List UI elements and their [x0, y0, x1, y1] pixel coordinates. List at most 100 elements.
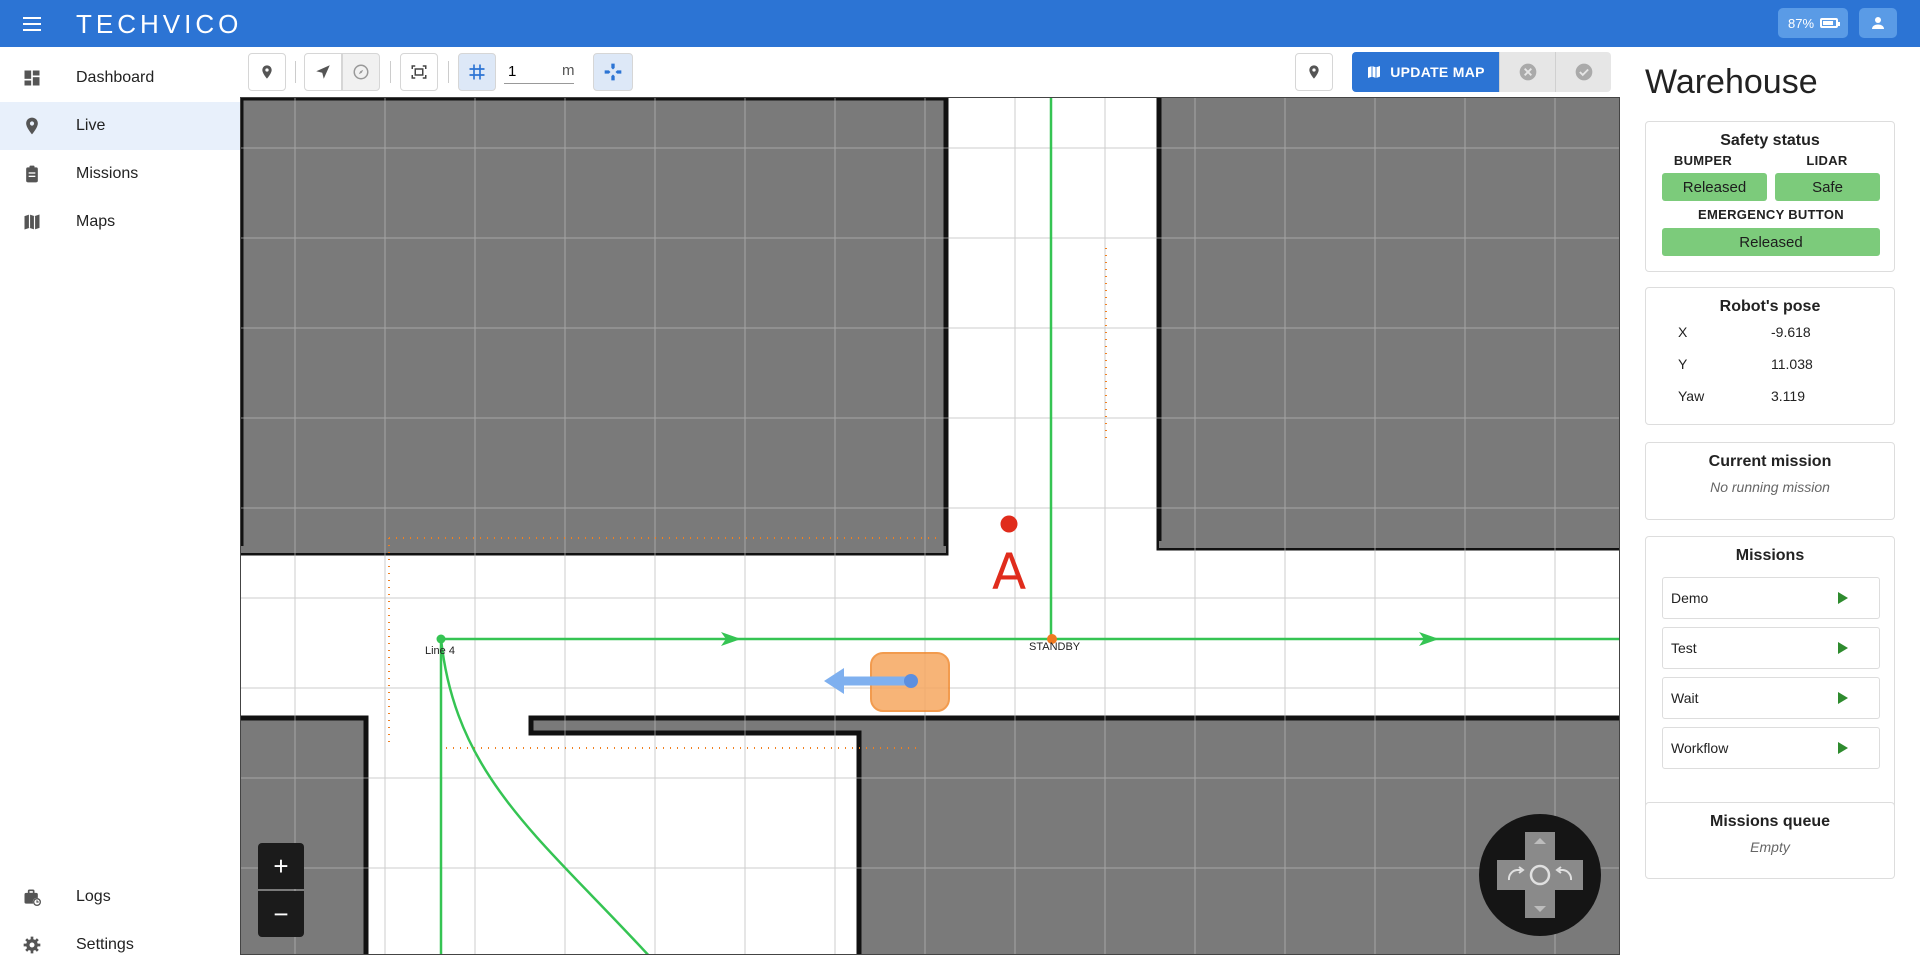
map-icon [1368, 66, 1381, 78]
toolbar-divider [448, 61, 449, 83]
sidebar-item-live[interactable]: Live [0, 102, 240, 150]
bumper-status-badge: Released [1662, 173, 1767, 201]
map-obstacles [241, 98, 1619, 954]
joystick-toggle-button[interactable] [593, 53, 633, 91]
pose-row-y: Y 11.038 [1646, 348, 1894, 380]
sidebar-item-label: Dashboard [76, 69, 155, 86]
update-map-button[interactable]: UPDATE MAP [1352, 52, 1499, 92]
pose-value: 3.119 [1771, 388, 1805, 404]
sidebar: Dashboard Live Missions Maps Logs Settin… [0, 47, 240, 955]
close-circle-icon [1519, 63, 1536, 81]
grid-toggle-button[interactable] [458, 53, 496, 91]
add-waypoint-button[interactable] [248, 53, 286, 91]
compass-icon [353, 64, 369, 80]
sidebar-item-label: Live [76, 117, 106, 134]
location-pin-icon [1309, 65, 1319, 79]
emergency-button-label: EMERGENCY BUTTON [1698, 207, 1844, 222]
safety-status-title: Safety status [1720, 132, 1820, 149]
check-circle-icon [1575, 63, 1592, 81]
sidebar-item-settings[interactable]: Settings [0, 921, 240, 969]
drop-pin-button[interactable] [1295, 53, 1333, 91]
robot-pose-title: Robot's pose [1719, 298, 1821, 315]
mission-item-demo[interactable]: Demo [1662, 577, 1880, 619]
occupancy-grid[interactable]: Line 4 STANDBY A [241, 98, 1620, 955]
pose-key: Y [1678, 356, 1688, 372]
top-bar: TECHVICO 87% [0, 0, 1920, 47]
current-mission-title: Current mission [1708, 453, 1832, 470]
sidebar-item-label: Settings [76, 936, 134, 953]
mission-label: Test [1671, 640, 1697, 656]
missions-queue-title: Missions queue [1709, 813, 1831, 830]
toolbar-divider [390, 61, 391, 83]
missions-card: Missions Demo Test Wait Workflow [1645, 536, 1895, 823]
location-pin-icon [22, 116, 42, 136]
goal-marker-dot[interactable] [1000, 515, 1018, 533]
battery-indicator[interactable]: 87% [1778, 8, 1848, 38]
goal-marker-label: A [992, 543, 1026, 601]
mission-item-test[interactable]: Test [1662, 627, 1880, 669]
play-icon[interactable] [1838, 692, 1848, 704]
clipboard-icon [22, 164, 42, 184]
sidebar-item-dashboard[interactable]: Dashboard [0, 54, 240, 102]
navigate-button[interactable] [304, 53, 342, 91]
bumper-label: BUMPER [1673, 153, 1733, 168]
hamburger-menu-icon[interactable] [20, 12, 44, 36]
toolbar-divider [295, 61, 296, 83]
battery-level: 87% [1787, 15, 1815, 31]
compass-button[interactable] [342, 53, 380, 91]
play-icon[interactable] [1838, 742, 1848, 754]
current-mission-card: Current mission No running mission [1645, 442, 1895, 520]
sidebar-item-label: Maps [76, 213, 116, 230]
robot-marker[interactable] [824, 652, 950, 712]
safety-status-card: Safety status BUMPER LIDAR Released Safe… [1645, 121, 1895, 272]
sidebar-item-maps[interactable]: Maps [0, 198, 240, 246]
play-icon[interactable] [1838, 642, 1848, 654]
page-title: Warehouse [1645, 63, 1818, 101]
map-toolbar: m UPDATE MAP [240, 47, 1620, 97]
update-map-label: UPDATE MAP [1390, 64, 1485, 80]
battery-icon [1820, 18, 1841, 28]
joystick-pad-icon [1497, 832, 1583, 918]
lidar-label: LIDAR [1806, 153, 1848, 168]
gamepad-icon [604, 63, 622, 81]
zoom-in-button[interactable]: + [258, 843, 304, 889]
zoom-out-button[interactable]: − [258, 891, 304, 937]
pose-value: -9.618 [1771, 324, 1811, 340]
gear-icon [22, 935, 42, 955]
fit-screen-icon [411, 65, 427, 79]
mission-label: Demo [1671, 590, 1709, 606]
sidebar-item-label: Missions [76, 165, 139, 182]
dashboard-icon [22, 68, 42, 88]
sidebar-item-label: Logs [76, 888, 111, 905]
mission-label: Wait [1671, 690, 1699, 706]
pose-key: Yaw [1678, 388, 1705, 404]
joystick-control[interactable] [1479, 814, 1601, 936]
waypoint-label-standby: STANDBY [1029, 641, 1081, 653]
user-account-button[interactable] [1859, 8, 1897, 38]
confirm-update-button[interactable] [1555, 52, 1611, 92]
robot-info-panel: Warehouse Safety status BUMPER LIDAR Rel… [1620, 47, 1920, 955]
cancel-update-button[interactable] [1499, 52, 1555, 92]
mission-item-wait[interactable]: Wait [1662, 677, 1880, 719]
waypoint-line-4[interactable] [436, 634, 446, 644]
navigation-arrow-icon [316, 65, 330, 79]
missions-queue-card: Missions queue Empty [1645, 802, 1895, 879]
mission-item-workflow[interactable]: Workflow [1662, 727, 1880, 769]
pose-row-x: X -9.618 [1646, 316, 1894, 348]
pose-value: 11.038 [1771, 356, 1813, 372]
emergency-button-status-badge: Released [1662, 228, 1880, 256]
sidebar-item-missions[interactable]: Missions [0, 150, 240, 198]
live-map[interactable]: Line 4 STANDBY A + − [240, 97, 1620, 955]
logs-icon [22, 887, 42, 907]
user-icon [1872, 17, 1884, 29]
location-pin-icon [262, 65, 272, 79]
waypoint-label-line-4: Line 4 [425, 645, 455, 657]
app-logo: TECHVICO [76, 9, 243, 39]
current-mission-value: No running mission [1710, 479, 1830, 495]
grid-unit-label: m [562, 62, 575, 79]
map-icon [22, 212, 42, 232]
missions-queue-value: Empty [1750, 839, 1790, 855]
play-icon[interactable] [1838, 592, 1848, 604]
fit-view-button[interactable] [400, 53, 438, 91]
sidebar-item-logs[interactable]: Logs [0, 873, 240, 921]
